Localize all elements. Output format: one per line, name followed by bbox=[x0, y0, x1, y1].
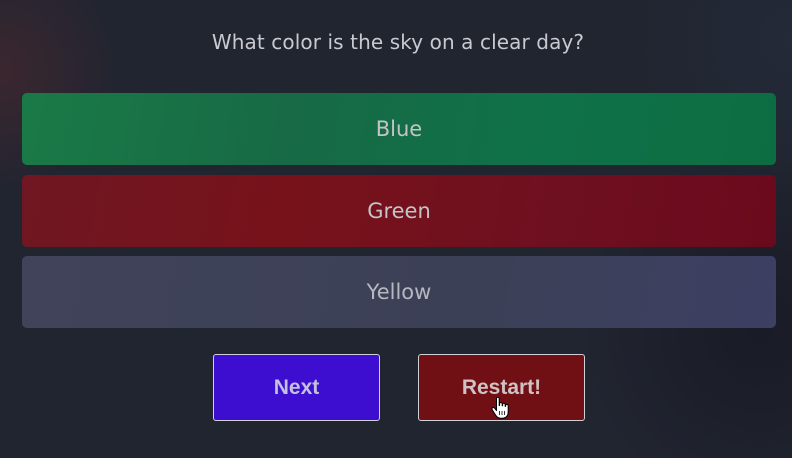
answer-button-yellow[interactable]: Yellow bbox=[22, 256, 776, 328]
restart-button-label: Restart! bbox=[461, 375, 542, 399]
answer-button-blue[interactable]: Blue bbox=[22, 93, 776, 165]
answer-label: Yellow bbox=[366, 280, 432, 304]
hand-pointer-icon bbox=[491, 397, 509, 419]
answer-label: Blue bbox=[375, 117, 423, 141]
next-button-label: Next bbox=[273, 375, 320, 399]
answer-label: Green bbox=[367, 199, 431, 223]
question-text: What color is the sky on a clear day? bbox=[211, 30, 585, 54]
answer-button-green[interactable]: Green bbox=[22, 175, 776, 247]
next-button[interactable]: Next bbox=[213, 354, 380, 421]
